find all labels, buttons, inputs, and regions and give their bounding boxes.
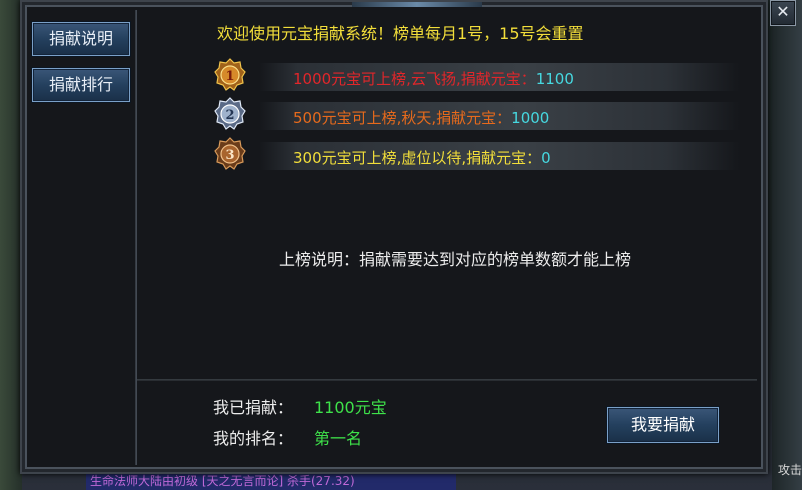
sidebar-item-donation-info[interactable]: 捐献说明 (32, 22, 130, 56)
rank-2-value: 1000 (511, 109, 550, 127)
dialog-content: 欢迎使用元宝捐献系统！榜单每月1号，15号会重置 1 1000元宝可上榜,云飞扬… (137, 10, 757, 465)
rank-2-text: 500元宝可上榜,秋天,捐献元宝：1000 (293, 107, 549, 128)
rank-1-label: 1000元宝可上榜,云飞扬,捐献元宝： (293, 70, 536, 88)
rank-3-label: 300元宝可上榜,虚位以待,捐献元宝： (293, 149, 542, 167)
dialog-sidebar: 捐献说明 捐献排行 (30, 10, 136, 465)
my-rank-value: 第一名 (314, 429, 363, 448)
sidebar-item-donation-ranking[interactable]: 捐献排行 (32, 68, 130, 102)
donated-label: 我已捐献： (213, 398, 294, 417)
rank-1-medal-icon: 1 (214, 58, 246, 91)
close-icon[interactable]: ✕ (770, 0, 796, 26)
game-world-right-edge (772, 0, 802, 490)
donated-value: 1100元宝 (314, 398, 387, 417)
welcome-message: 欢迎使用元宝捐献系统！榜单每月1号，15号会重置 (217, 24, 584, 43)
ranking-note: 上榜说明：捐献需要达到对应的榜单数额才能上榜 (279, 250, 632, 269)
svg-text:1: 1 (225, 69, 234, 84)
rank-2-label: 500元宝可上榜,秋天,捐献元宝： (293, 109, 512, 127)
rank-3-value: 0 (541, 149, 551, 167)
rank-row-3: 3 300元宝可上榜,虚位以待,捐献元宝：0 (209, 137, 741, 171)
rank-row-2: 2 500元宝可上榜,秋天,捐献元宝：1000 (209, 97, 741, 131)
rank-1-text: 1000元宝可上榜,云飞扬,捐献元宝：1100 (293, 68, 574, 89)
chat-line-text: 生命法师大陆由初级 [天之无言而论] 杀手(27.32) (90, 474, 355, 488)
rank-row-1: 1 1000元宝可上榜,云飞扬,捐献元宝：1100 (209, 58, 741, 92)
rank-3-medal-icon: 3 (214, 137, 246, 170)
rank-2-medal-icon: 2 (214, 97, 246, 130)
my-rank-label: 我的排名： (213, 429, 294, 448)
game-world-left-edge (0, 0, 22, 490)
svg-text:3: 3 (225, 148, 234, 163)
rank-3-text: 300元宝可上榜,虚位以待,捐献元宝：0 (293, 147, 551, 168)
rank-1-value: 1100 (535, 70, 574, 88)
footer-divider (137, 379, 757, 381)
attack-mode-label: 攻击 (777, 463, 802, 477)
dialog-top-ornament (352, 2, 482, 7)
svg-text:2: 2 (225, 108, 234, 123)
donate-button[interactable]: 我要捐献 (607, 407, 719, 443)
donation-dialog: 捐献说明 捐献排行 欢迎使用元宝捐献系统！榜单每月1号，15号会重置 1 100… (20, 0, 768, 474)
